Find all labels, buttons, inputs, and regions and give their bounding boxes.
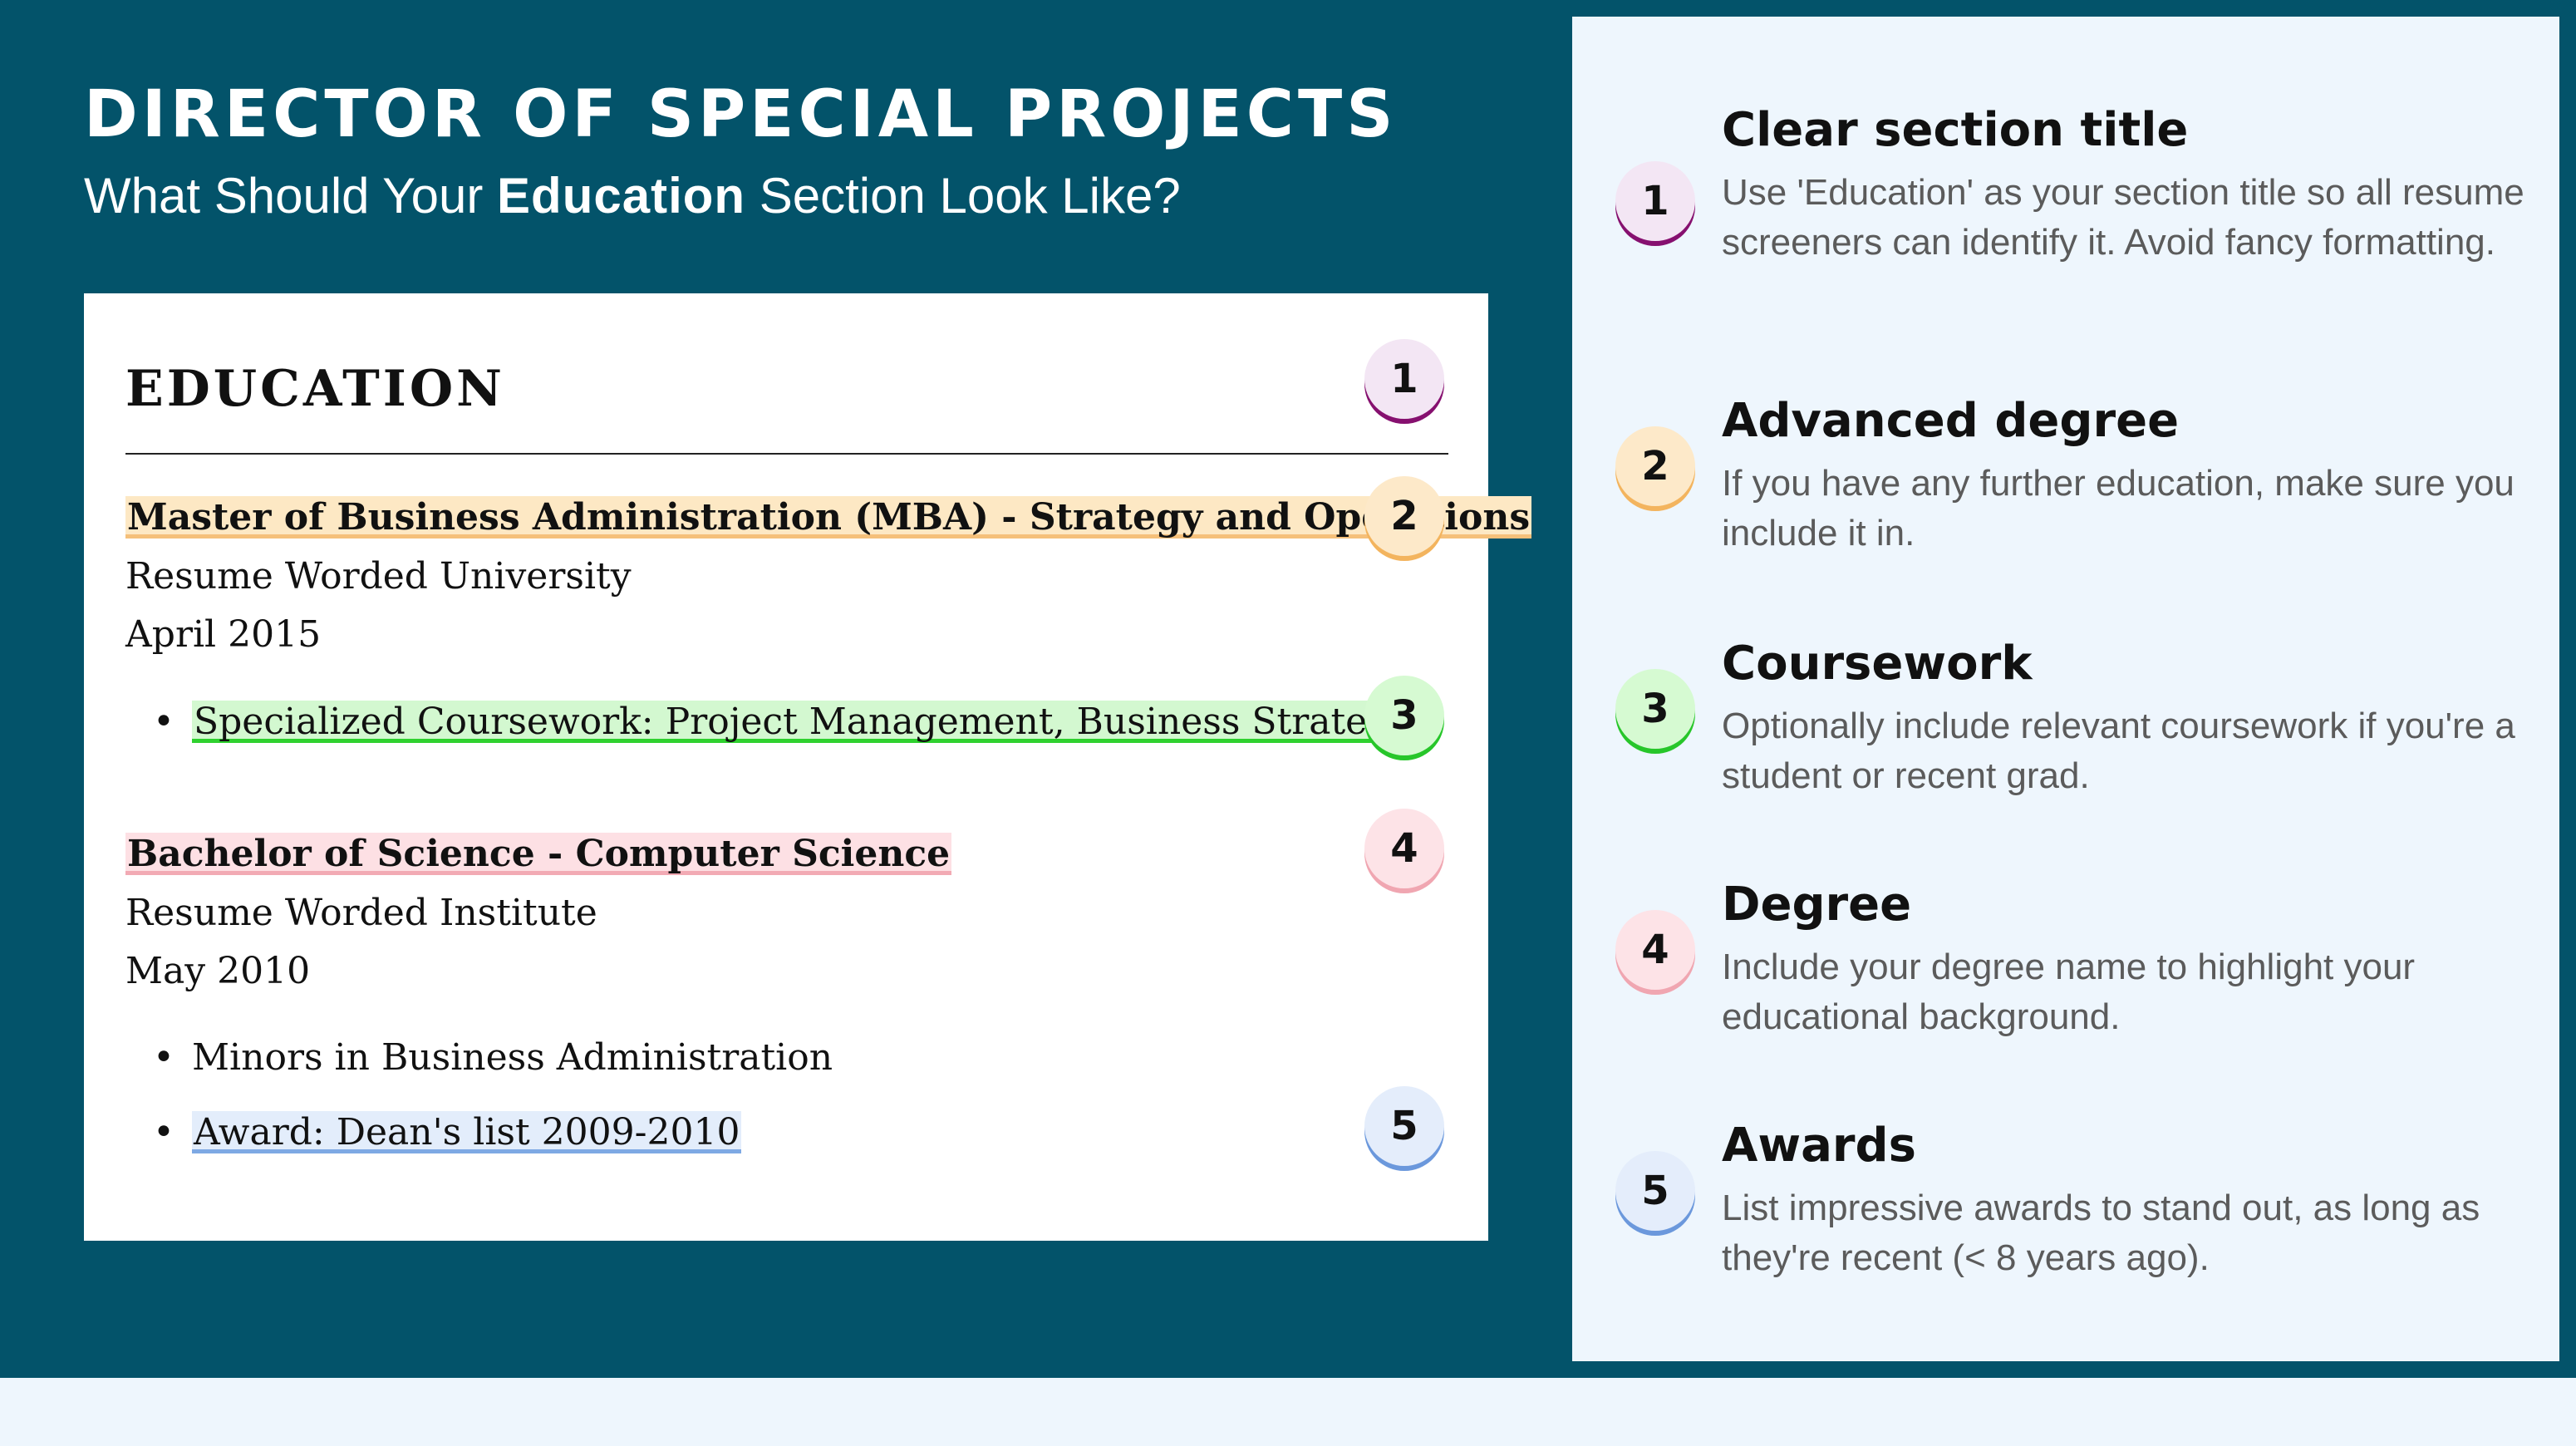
tip-title: Clear section title [1722,103,2189,157]
page-subtitle: What Should Your Education Section Look … [84,163,1181,229]
degree-name: Bachelor of Science - Computer Science [125,833,952,875]
tip-title: Coursework [1722,637,2033,691]
callout-badge-4: 4 [1364,809,1444,888]
subtitle-prefix: What Should Your [84,168,498,224]
tip-description: List impressive awards to stand out, as … [1722,1188,2480,1278]
coursework-text: Specialized Coursework: Project Manageme… [192,701,1413,743]
tips-panel: 1 Clear section title Use 'Education' as… [1572,17,2559,1361]
tip-badge-5: 5 [1615,1151,1695,1231]
callout-badge-5: 5 [1364,1086,1444,1166]
resume-education-sample: EDUCATION Master of Business Administrat… [84,293,1532,1241]
tip-badge-3: 3 [1615,669,1695,749]
tip-description: Include your degree name to highlight yo… [1722,947,2416,1037]
tip-description: If you have any further education, make … [1722,463,2515,553]
bullet-dot: • [153,701,175,743]
tip-description: Optionally include relevant coursework i… [1722,706,2515,796]
degree-name: Master of Business Administration (MBA) … [125,496,1532,539]
bullet-dot: • [153,1111,175,1153]
callout-badge-3: 3 [1364,676,1444,755]
graduation-date: May 2010 [125,950,311,992]
tip-badge-4: 4 [1615,910,1695,990]
subtitle-suffix: Section Look Like? [745,168,1181,224]
school-name: Resume Worded Institute [125,892,597,934]
tip-badge-2: 2 [1615,426,1695,506]
award-text: Award: Dean's list 2009-2010 [192,1111,742,1153]
bullet-dot: • [153,1036,175,1079]
minor-item: Minors in Business Administration [192,1036,833,1079]
tip-title: Awards [1722,1119,1916,1173]
section-divider [125,453,1448,455]
tip-title: Advanced degree [1722,394,2180,448]
tip-description: Use 'Education' as your section title so… [1722,172,2524,263]
graduation-date: April 2015 [125,613,322,656]
award-item: Award: Dean's list 2009-2010 [192,1108,742,1158]
education-heading: EDUCATION [125,360,505,418]
callout-badge-1: 1 [1364,339,1444,419]
school-name: Resume Worded University [125,555,632,598]
tip-badge-1: 1 [1615,161,1695,241]
tip-title: Degree [1722,878,1912,932]
degree-line: Master of Business Administration (MBA) … [125,493,1532,543]
degree-line: Bachelor of Science - Computer Science [125,829,952,879]
callout-badge-2: 2 [1364,476,1444,556]
coursework-item: Specialized Coursework: Project Manageme… [192,697,1413,747]
subtitle-emphasis: Education [497,168,746,224]
page-title: DIRECTOR OF SPECIAL PROJECTS [84,77,1398,152]
